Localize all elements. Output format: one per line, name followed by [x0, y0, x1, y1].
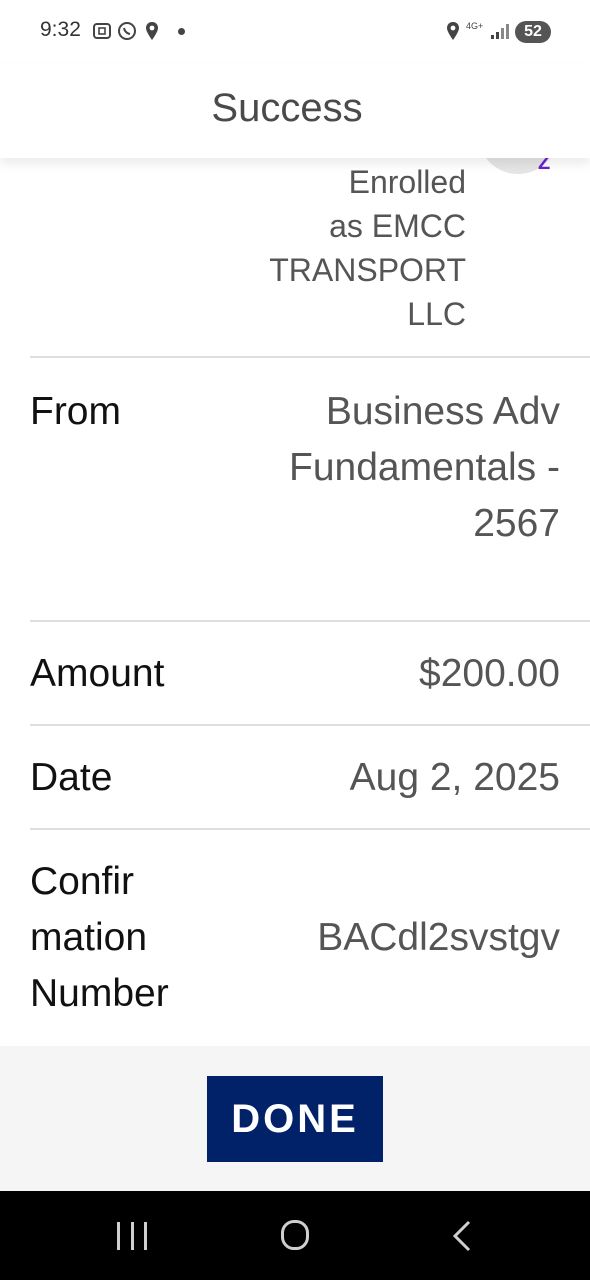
recent-apps-icon[interactable] — [117, 1222, 147, 1252]
confirmation-value: BACdl2svstgv — [317, 916, 560, 959]
status-time: 9:32 — [40, 18, 81, 41]
app-header: Success — [0, 64, 590, 158]
recipient-enrolled-text: Enrolled as EMCC TRANSPORT LLC — [206, 160, 466, 336]
date-label: Date — [30, 756, 113, 799]
from-value-line: Fundamentals - — [289, 446, 560, 489]
whatsapp-icon — [116, 20, 138, 42]
divider — [30, 620, 590, 622]
confirmation-label: Confir mation Number — [30, 854, 169, 1022]
screen: 9:32 4G+ 52 Success Z Enrolled as EMCC T… — [0, 0, 590, 1280]
status-bar: 9:32 4G+ 52 — [0, 0, 590, 64]
from-value: Business Adv Fundamentals - 2567 — [289, 384, 560, 552]
enrolled-line: Enrolled — [348, 164, 466, 200]
confirmation-label-line: Confir — [30, 860, 135, 903]
enrolled-line: LLC — [407, 296, 466, 332]
system-nav-bar — [0, 1191, 590, 1280]
signal-icon — [490, 22, 510, 40]
enrolled-line: as EMCC — [329, 208, 466, 244]
footer: DONE — [0, 1046, 590, 1191]
page-title: Success — [211, 86, 363, 130]
zelle-icon: Z — [538, 158, 551, 174]
done-button[interactable]: DONE — [207, 1076, 383, 1162]
notification-dot — [178, 28, 185, 35]
network-type: 4G+ — [466, 21, 484, 31]
confirmation-label-line: mation — [30, 916, 148, 959]
enrolled-line: TRANSPORT — [269, 252, 466, 288]
from-label: From — [30, 390, 121, 433]
from-value-line: 2567 — [473, 502, 560, 545]
confirmation-label-line: Number — [30, 972, 169, 1015]
divider — [30, 828, 590, 830]
divider — [30, 724, 590, 726]
details-content[interactable]: Z Enrolled as EMCC TRANSPORT LLC From Bu… — [0, 158, 590, 1046]
screenshot-icon — [91, 20, 113, 42]
amount-value: $200.00 — [419, 652, 560, 695]
battery-icon: 52 — [515, 21, 551, 43]
divider — [30, 356, 590, 358]
date-value: Aug 2, 2025 — [349, 756, 560, 799]
from-value-line: Business Adv — [325, 390, 560, 433]
location-icon — [143, 20, 161, 42]
amount-label: Amount — [30, 652, 165, 695]
back-icon[interactable] — [450, 1219, 474, 1253]
home-icon[interactable] — [281, 1220, 309, 1250]
location-icon — [444, 20, 462, 42]
